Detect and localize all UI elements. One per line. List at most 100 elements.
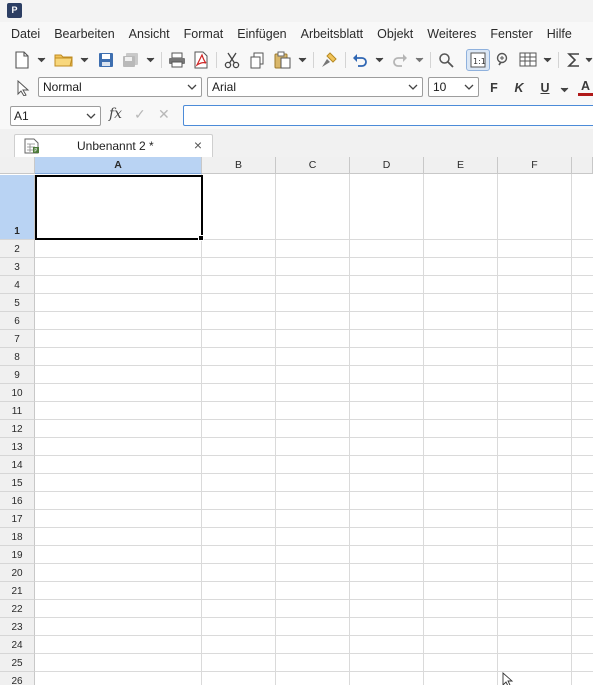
column-header-c[interactable]: C <box>276 157 350 174</box>
row-header-11[interactable]: 11 <box>0 402 35 420</box>
select-pointer-icon[interactable] <box>14 77 32 99</box>
row-header-15[interactable]: 15 <box>0 474 35 492</box>
spreadsheet-grid[interactable]: A B C D E F 1 2 3 4 5 6 7 8 9 10 11 12 13 14 15 16 17 18 19 20 21 2… <box>0 157 593 685</box>
column-header-overflow[interactable] <box>572 157 593 174</box>
row-header-6[interactable]: 6 <box>0 312 35 330</box>
font-size-select[interactable]: 10 <box>428 77 479 97</box>
row-header-1[interactable]: 1 <box>0 175 35 240</box>
menu-objekt[interactable]: Objekt <box>370 22 420 46</box>
select-all-corner[interactable] <box>0 157 35 174</box>
font-name-select[interactable]: Arial <box>207 77 423 97</box>
cut-icon[interactable] <box>222 49 242 71</box>
menu-ansicht[interactable]: Ansicht <box>122 22 177 46</box>
row-header-9[interactable]: 9 <box>0 366 35 384</box>
copy-icon[interactable] <box>247 49 267 71</box>
row-header-23[interactable]: 23 <box>0 618 35 636</box>
font-name-value: Arial <box>212 80 237 94</box>
row-header-26[interactable]: 26 <box>0 672 35 685</box>
bold-button[interactable]: F <box>484 78 504 98</box>
sum-dropdown-chevron-icon[interactable] <box>585 49 593 71</box>
row-header-16[interactable]: 16 <box>0 492 35 510</box>
menu-arbeitsblatt[interactable]: Arbeitsblatt <box>294 22 371 46</box>
save-icon[interactable] <box>96 49 116 71</box>
menu-hilfe[interactable]: Hilfe <box>540 22 579 46</box>
open-dropdown-chevron-icon[interactable] <box>78 49 90 71</box>
save-all-icon[interactable] <box>120 49 142 71</box>
document-tab-title: Unbenannt 2 * <box>77 139 154 153</box>
menu-fenster[interactable]: Fenster <box>483 22 539 46</box>
underline-dropdown-chevron-icon[interactable] <box>558 79 570 101</box>
column-header-d[interactable]: D <box>350 157 424 174</box>
row-number: 15 <box>11 478 23 489</box>
menu-bearbeiten[interactable]: Bearbeiten <box>47 22 121 46</box>
document-tab[interactable]: P Unbenannt 2 * × <box>14 134 213 157</box>
accept-icon[interactable]: ✓ <box>134 106 146 123</box>
font-color-button[interactable]: A <box>578 78 593 96</box>
row-header-20[interactable]: 20 <box>0 564 35 582</box>
sum-icon[interactable] <box>564 49 584 71</box>
app-logo-icon[interactable]: P <box>7 3 22 18</box>
row-header-17[interactable]: 17 <box>0 510 35 528</box>
menu-format[interactable]: Format <box>177 22 231 46</box>
print-icon[interactable] <box>166 49 188 71</box>
cancel-icon[interactable]: ✕ <box>158 106 170 123</box>
undo-dropdown-chevron-icon[interactable] <box>373 49 385 71</box>
column-header-e[interactable]: E <box>424 157 498 174</box>
page-layout-icon[interactable]: 1:1 <box>466 49 490 71</box>
row-header-8[interactable]: 8 <box>0 348 35 366</box>
zoom-icon[interactable] <box>493 49 513 71</box>
paste-icon[interactable] <box>272 49 292 71</box>
row-header-18[interactable]: 18 <box>0 528 35 546</box>
row-number: 8 <box>14 352 20 363</box>
row-header-19[interactable]: 19 <box>0 546 35 564</box>
menu-einfuegen[interactable]: Einfügen <box>230 22 293 46</box>
search-icon[interactable] <box>436 49 456 71</box>
save-dropdown-chevron-icon[interactable] <box>144 49 156 71</box>
paste-dropdown-chevron-icon[interactable] <box>296 49 308 71</box>
row-header-3[interactable]: 3 <box>0 258 35 276</box>
autofill-handle[interactable] <box>198 235 204 241</box>
menu-weiteres[interactable]: Weiteres <box>420 22 483 46</box>
redo-dropdown-chevron-icon[interactable] <box>413 49 425 71</box>
new-dropdown-chevron-icon[interactable] <box>35 49 47 71</box>
row-number: 26 <box>11 676 23 685</box>
row-header-24[interactable]: 24 <box>0 636 35 654</box>
row-header-22[interactable]: 22 <box>0 600 35 618</box>
table-icon[interactable] <box>517 49 539 71</box>
underline-button[interactable]: U <box>535 78 555 98</box>
menu-datei[interactable]: Datei <box>4 22 47 46</box>
row-number: 23 <box>11 622 23 633</box>
undo-icon[interactable] <box>350 49 370 71</box>
row-number: 25 <box>11 658 23 669</box>
row-header-21[interactable]: 21 <box>0 582 35 600</box>
row-header-10[interactable]: 10 <box>0 384 35 402</box>
grid-row-line <box>35 653 593 654</box>
row-header-13[interactable]: 13 <box>0 438 35 456</box>
column-header-f[interactable]: F <box>498 157 572 174</box>
new-document-icon[interactable] <box>12 49 32 71</box>
redo-icon[interactable] <box>390 49 410 71</box>
paragraph-style-select[interactable]: Normal <box>38 77 202 97</box>
row-header-12[interactable]: 12 <box>0 420 35 438</box>
row-header-14[interactable]: 14 <box>0 456 35 474</box>
open-folder-icon[interactable] <box>52 49 76 71</box>
row-header-2[interactable]: 2 <box>0 240 35 258</box>
row-header-25[interactable]: 25 <box>0 654 35 672</box>
function-wizard-icon[interactable]: fx <box>109 106 122 122</box>
selected-cell-a1[interactable] <box>35 175 203 240</box>
row-header-5[interactable]: 5 <box>0 294 35 312</box>
close-tab-icon[interactable]: × <box>194 137 202 153</box>
title-bar: P <box>0 0 593 22</box>
formula-input[interactable] <box>183 105 593 126</box>
column-header-a[interactable]: A <box>35 157 202 174</box>
format-painter-icon[interactable] <box>318 49 340 71</box>
export-pdf-icon[interactable] <box>191 49 211 71</box>
column-header-b[interactable]: B <box>202 157 276 174</box>
row-header-7[interactable]: 7 <box>0 330 35 348</box>
italic-button[interactable]: K <box>509 78 529 98</box>
spreadsheet-document-icon: P <box>24 138 40 157</box>
grid-column-line <box>571 174 572 685</box>
table-dropdown-chevron-icon[interactable] <box>541 49 553 71</box>
name-box[interactable]: A1 <box>10 106 101 126</box>
row-header-4[interactable]: 4 <box>0 276 35 294</box>
